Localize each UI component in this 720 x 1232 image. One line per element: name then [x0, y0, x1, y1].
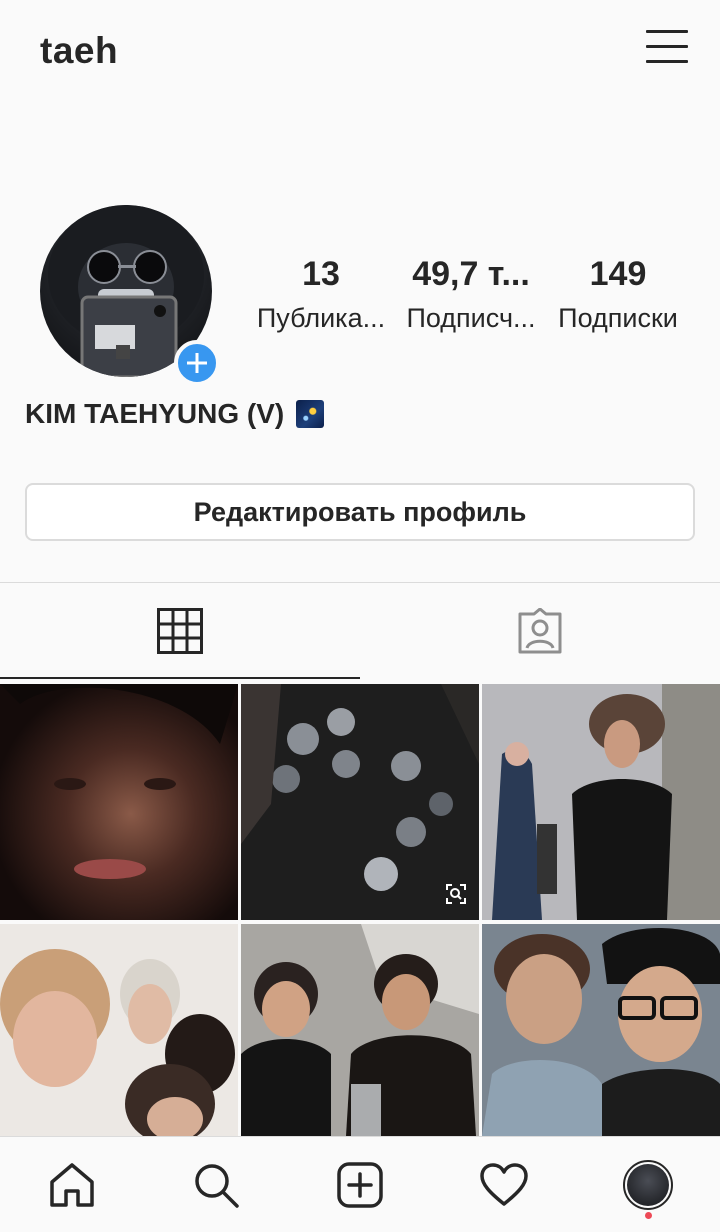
- tab-tagged[interactable]: [360, 583, 720, 679]
- home-icon: [50, 1163, 94, 1207]
- following-count: 149: [589, 255, 647, 293]
- post-thumbnail[interactable]: [241, 924, 479, 1136]
- zoom-icon: [445, 883, 467, 910]
- grid-icon: [157, 608, 203, 654]
- posts-stat[interactable]: 13 Публика...: [246, 252, 396, 336]
- add-story-button[interactable]: [174, 340, 220, 386]
- nav-new-post[interactable]: [334, 1159, 386, 1211]
- heart-icon: [480, 1163, 528, 1206]
- posts-label: Публика...: [256, 303, 386, 333]
- nav-profile[interactable]: [622, 1159, 674, 1211]
- tagged-person-icon: [518, 608, 562, 654]
- followers-count: 49,7 т...: [412, 255, 530, 293]
- following-stat[interactable]: 149 Подписки: [543, 252, 693, 336]
- followers-stat[interactable]: 49,7 т... Подписч...: [396, 252, 546, 336]
- username-title[interactable]: taeh: [40, 30, 118, 72]
- posts-count: 13: [302, 255, 340, 293]
- nav-activity[interactable]: [478, 1159, 530, 1211]
- night-sky-emoji-icon: [296, 400, 325, 428]
- active-tab-indicator: [0, 677, 360, 679]
- full-name-row: KIM TAEHYUNG (V): [25, 398, 325, 430]
- search-icon: [195, 1164, 239, 1208]
- hamburger-menu-icon[interactable]: [646, 28, 688, 66]
- post-thumbnail[interactable]: [241, 684, 479, 920]
- following-label: Подписки: [558, 303, 678, 333]
- bottom-navigation: [0, 1136, 720, 1232]
- post-thumbnail[interactable]: [482, 684, 720, 920]
- top-bar: taeh: [0, 0, 720, 100]
- posts-grid: [0, 684, 720, 1136]
- notification-dot: [645, 1212, 652, 1219]
- post-thumbnail[interactable]: [0, 924, 238, 1136]
- plus-icon: [187, 353, 207, 373]
- new-post-icon: [337, 1162, 383, 1208]
- post-thumbnail[interactable]: [482, 924, 720, 1136]
- edit-profile-button[interactable]: Редактировать профиль: [25, 483, 695, 541]
- post-thumbnail[interactable]: [0, 684, 238, 920]
- followers-label: Подписч...: [406, 303, 536, 333]
- tab-grid[interactable]: [0, 583, 360, 679]
- nav-search[interactable]: [190, 1159, 242, 1211]
- full-name: KIM TAEHYUNG (V): [25, 398, 285, 429]
- profile-avatar-icon: [623, 1160, 673, 1210]
- nav-home[interactable]: [46, 1159, 98, 1211]
